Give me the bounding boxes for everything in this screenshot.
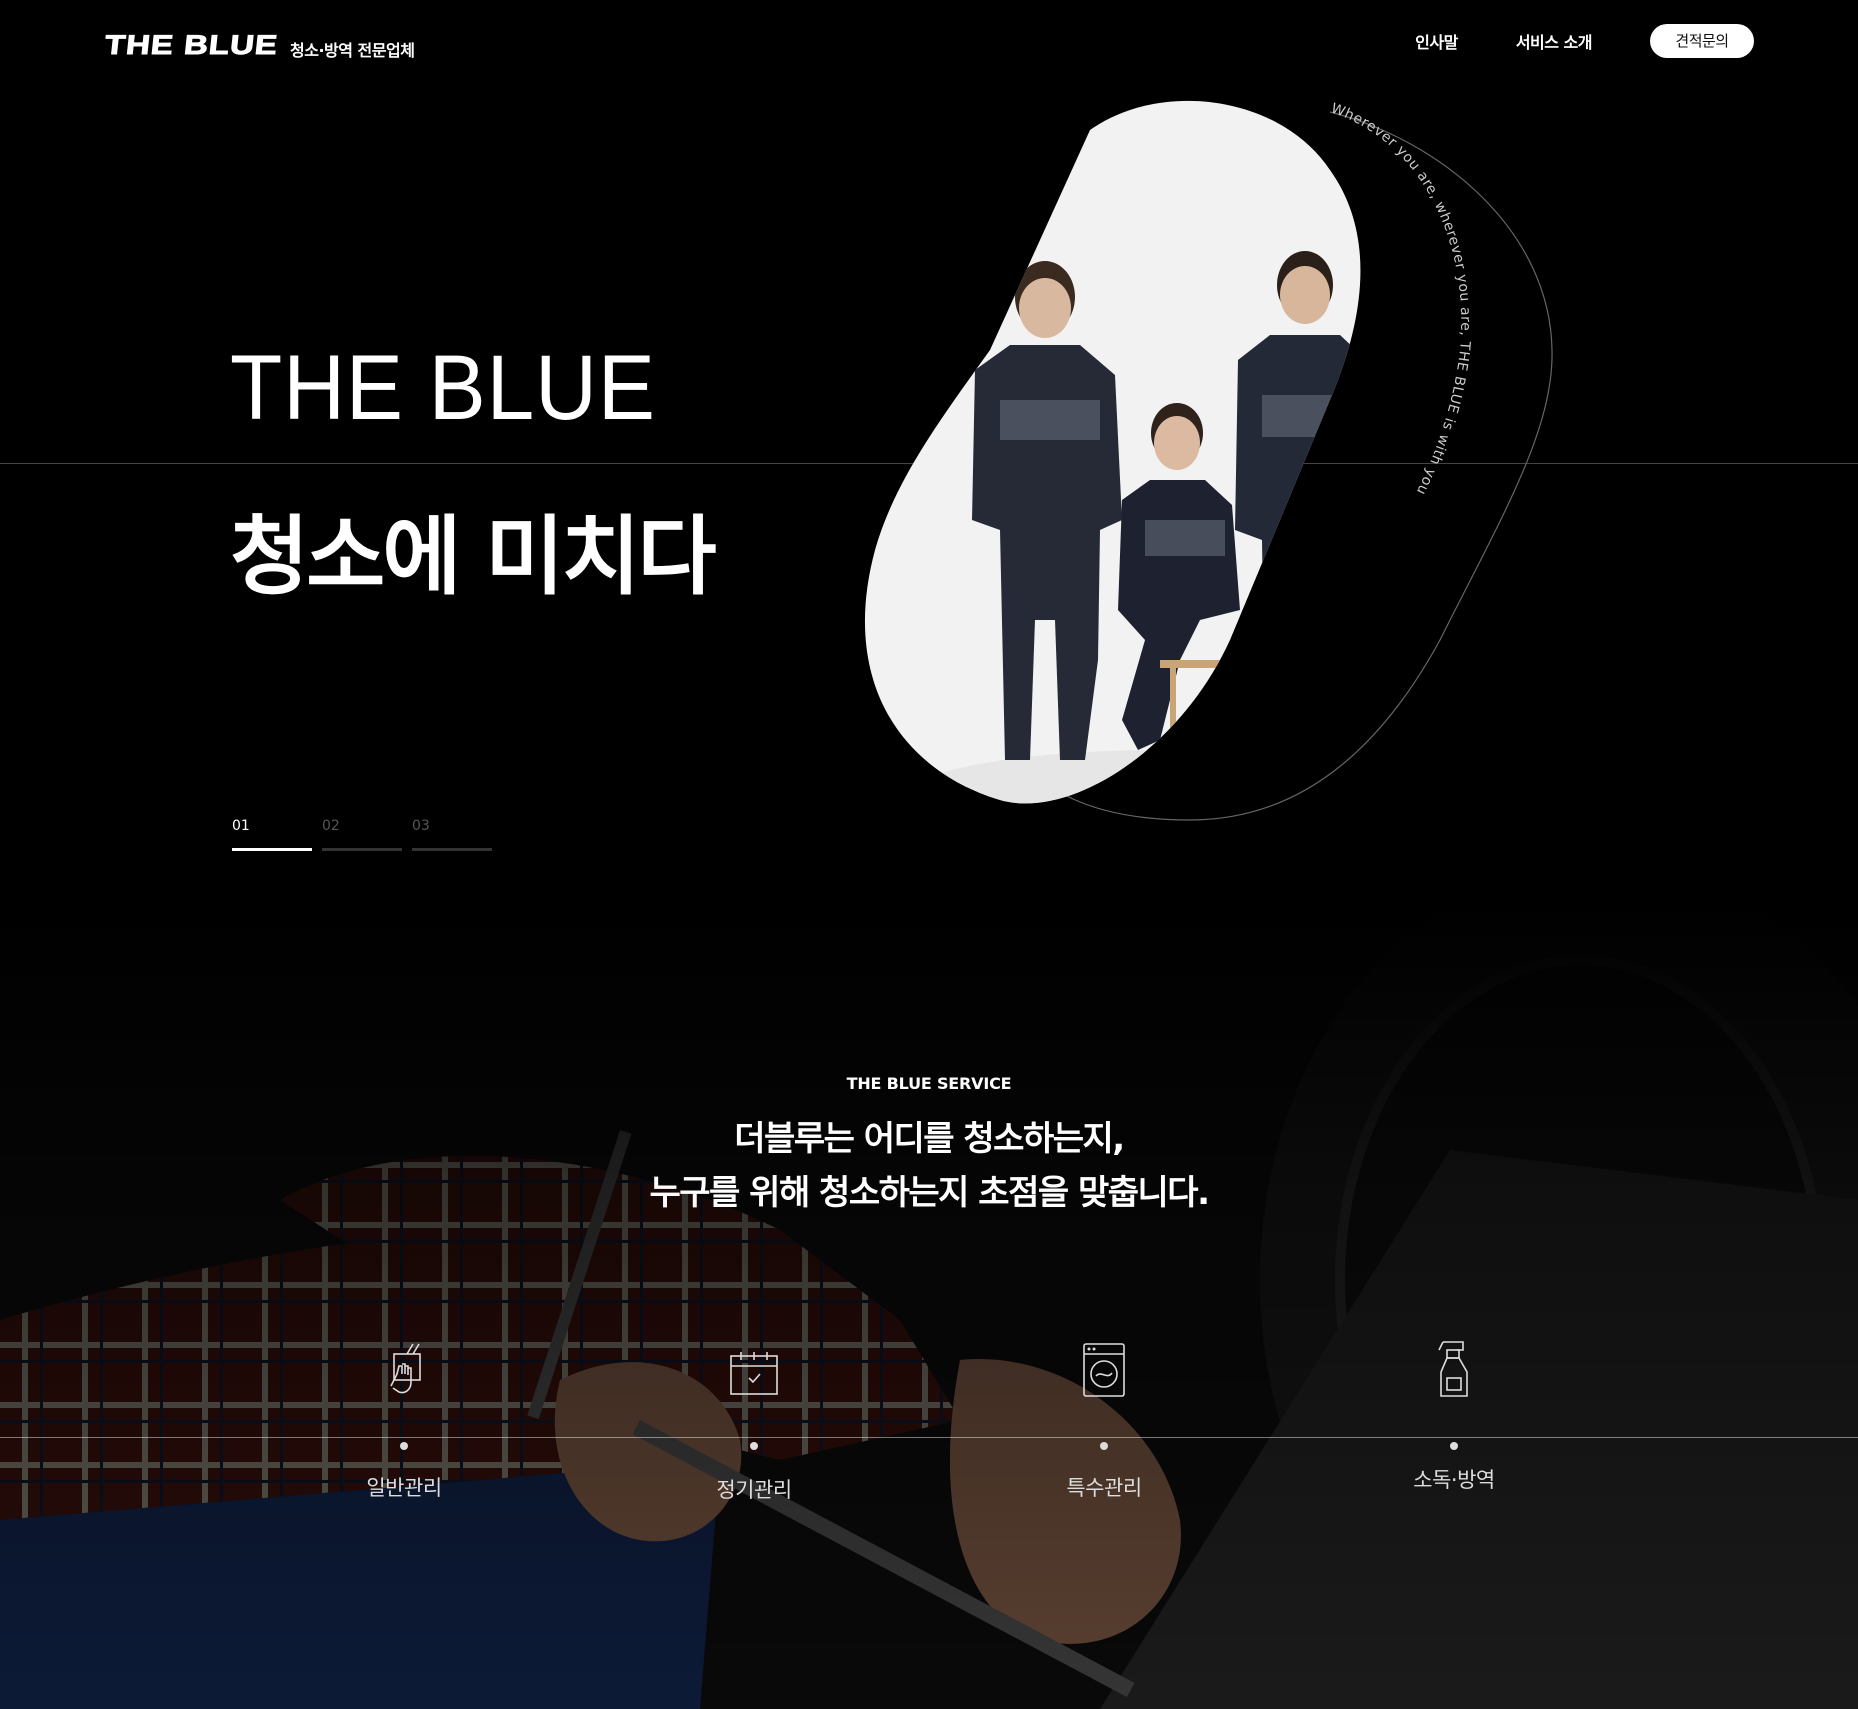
pager-bar xyxy=(322,848,402,851)
calendar-check-icon xyxy=(730,1352,778,1395)
pager-item-03[interactable]: 03 xyxy=(412,818,492,851)
timeline-dot xyxy=(400,1442,408,1450)
service-item-special[interactable]: 특수관리 xyxy=(1004,1340,1204,1502)
pager-bar xyxy=(412,848,492,851)
service-label: 정기관리 xyxy=(716,1478,792,1502)
pager-item-02[interactable]: 02 xyxy=(322,818,402,851)
pager-number: 03 xyxy=(412,818,430,834)
service-eyebrow: THE BLUE SERVICE xyxy=(846,1074,1012,1093)
nav-link-services[interactable]: 서비스 소개 xyxy=(1516,29,1593,53)
service-label: 소독·방역 xyxy=(1413,1468,1495,1492)
logo-subtitle: 청소·방역 전문업체 xyxy=(290,41,415,60)
timeline-dot xyxy=(1100,1442,1108,1450)
team-photo: Wherever you are, wherever you are, THE … xyxy=(864,101,1553,821)
main-nav: 인사말 서비스 소개 견적문의 xyxy=(1415,24,1754,58)
hand-cleaning-icon xyxy=(390,1343,421,1394)
service-label: 일반관리 xyxy=(366,1476,442,1500)
logo-mark: THE BLUE xyxy=(103,29,280,60)
service-heading-line1: 더블루는 어디를 청소하는지, xyxy=(734,1119,1125,1159)
service-heading-line2: 누구를 위해 청소하는지 초점을 맞춥니다. xyxy=(649,1173,1210,1213)
slide-pager: 01 02 03 xyxy=(232,818,502,851)
hero-title: THE BLUE xyxy=(230,337,656,439)
service-section: THE BLUE SERVICE 더블루는 어디를 청소하는지, 누구를 위해 … xyxy=(0,900,1858,1709)
service-label: 특수관리 xyxy=(1066,1476,1142,1500)
hero-subtitle: 청소에 미치다 xyxy=(230,507,717,607)
hero-photo-area: Wherever you are, wherever you are, THE … xyxy=(860,100,1700,830)
service-heading: 더블루는 어디를 청소하는지, 누구를 위해 청소하는지 초점을 맞춥니다. xyxy=(0,1112,1858,1220)
nav-link-greeting[interactable]: 인사말 xyxy=(1415,29,1458,53)
service-background-image xyxy=(0,900,1858,1709)
hero-section: THE BLUE 청소에 미치다 01 02 03 Wherever you a… xyxy=(0,0,1858,900)
service-item-regular[interactable]: 정기관리 xyxy=(654,1340,854,1504)
service-timeline-line xyxy=(0,1437,1858,1438)
service-item-general[interactable]: 일반관리 xyxy=(304,1340,504,1502)
timeline-dot xyxy=(1450,1442,1458,1450)
spray-bottle-icon xyxy=(1438,1341,1468,1397)
pager-number: 02 xyxy=(322,818,340,834)
pager-number: 01 xyxy=(232,818,250,834)
pager-bar xyxy=(232,848,312,851)
washing-machine-icon xyxy=(1083,1343,1125,1397)
service-item-disinfection[interactable]: 소독·방역 xyxy=(1354,1340,1554,1494)
pager-item-01[interactable]: 01 xyxy=(232,818,312,851)
timeline-dot xyxy=(750,1442,758,1450)
site-header: THE BLUE 청소·방역 전문업체 인사말 서비스 소개 견적문의 xyxy=(0,0,1858,90)
logo[interactable]: THE BLUE 청소·방역 전문업체 xyxy=(103,26,415,64)
quote-request-button[interactable]: 견적문의 xyxy=(1650,24,1754,58)
